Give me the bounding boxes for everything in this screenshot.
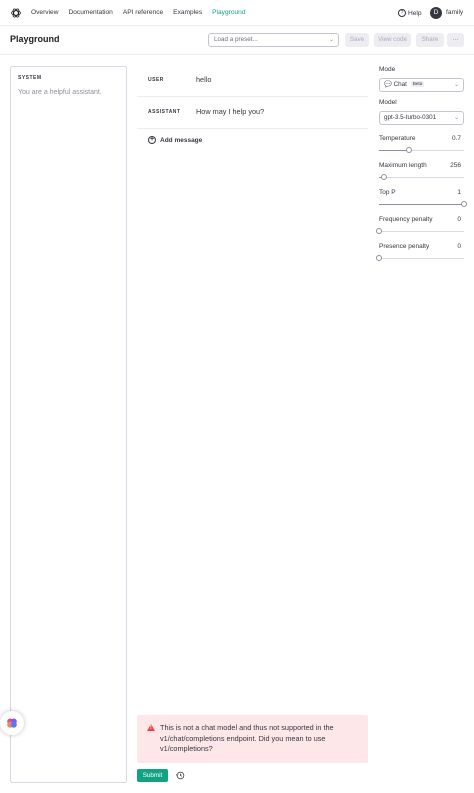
message-row-user[interactable]: USER hello xyxy=(137,66,368,97)
message-content[interactable]: hello xyxy=(196,75,211,84)
message-row-assistant[interactable]: ASSISTANT How may I help you? xyxy=(137,98,368,129)
mode-value: Chat xyxy=(393,81,407,88)
nav-playground[interactable]: Playground xyxy=(212,9,245,16)
chevron-down-icon: ⌄ xyxy=(453,82,459,88)
slider-thumb[interactable] xyxy=(376,255,382,261)
error-message: This is not a chat model and thus not su… xyxy=(160,723,334,753)
help-link[interactable]: ? Help xyxy=(398,9,422,17)
chevron-down-icon: ⌄ xyxy=(328,37,334,43)
param-label: Maximum length xyxy=(379,162,427,169)
param-value[interactable]: 0 xyxy=(457,216,461,223)
help-label: Help xyxy=(408,9,422,17)
model-select[interactable]: gpt-3.5-turbo-0301 ⌄ xyxy=(379,111,464,125)
add-message-button[interactable]: + Add message xyxy=(148,136,202,144)
share-button[interactable]: Share xyxy=(416,33,444,47)
temperature-slider[interactable] xyxy=(379,147,464,153)
history-icon[interactable] xyxy=(176,771,185,780)
slider-thumb[interactable] xyxy=(381,174,388,180)
presence-penalty-slider[interactable] xyxy=(376,255,464,261)
param-label: Top P xyxy=(379,189,396,196)
mode-label: Mode xyxy=(379,66,396,73)
param-label: Frequency penalty xyxy=(379,216,433,223)
brain-icon xyxy=(7,718,17,728)
param-label: Presence penalty xyxy=(379,243,430,250)
preset-select[interactable]: Load a preset... ⌄ xyxy=(208,33,339,47)
maximum-length-slider[interactable] xyxy=(379,174,464,180)
chat-icon: 💬 xyxy=(384,81,392,88)
model-label: Model xyxy=(379,99,397,106)
view-code-button[interactable]: View code xyxy=(374,33,411,47)
preset-placeholder: Load a preset... xyxy=(214,36,258,43)
nav-documentation[interactable]: Documentation xyxy=(68,9,112,16)
help-icon: ? xyxy=(398,9,406,17)
error-alert: This is not a chat model and thus not su… xyxy=(137,715,368,763)
model-value: gpt-3.5-turbo-0301 xyxy=(384,114,437,121)
param-value[interactable]: 1 xyxy=(457,189,461,196)
nav-overview[interactable]: Overview xyxy=(31,9,58,16)
page-title: Playground xyxy=(10,34,60,44)
submit-button[interactable]: Submit xyxy=(137,769,168,782)
mode-select[interactable]: 💬 Chat Beta ⌄ xyxy=(379,78,464,92)
save-button[interactable]: Save xyxy=(345,33,369,47)
openai-logo-icon[interactable] xyxy=(10,7,22,19)
header-divider xyxy=(0,54,474,55)
beta-badge: Beta xyxy=(410,81,425,88)
top-p-slider[interactable] xyxy=(379,201,467,207)
system-label: SYSTEM xyxy=(18,75,42,81)
param-value[interactable]: 0 xyxy=(457,243,461,250)
avatar[interactable]: D xyxy=(430,7,442,19)
top-nav: Overview Documentation API reference Exa… xyxy=(0,0,474,26)
plus-circle-icon: + xyxy=(148,136,156,144)
param-value[interactable]: 0.7 xyxy=(452,135,461,142)
nav-api-reference[interactable]: API reference xyxy=(123,9,163,16)
message-content[interactable]: How may I help you? xyxy=(196,107,264,116)
param-value[interactable]: 256 xyxy=(450,162,461,169)
org-name[interactable]: family xyxy=(446,9,463,16)
system-panel[interactable]: SYSTEM You are a helpful assistant. xyxy=(10,66,127,783)
add-message-label: Add message xyxy=(160,136,203,144)
nav-examples[interactable]: Examples xyxy=(173,9,202,16)
slider-thumb[interactable] xyxy=(376,228,382,234)
param-label: Temperature xyxy=(379,135,416,142)
system-input[interactable]: You are a helpful assistant. xyxy=(18,89,102,96)
extension-badge[interactable] xyxy=(0,711,24,735)
slider-thumb[interactable] xyxy=(461,201,467,207)
warning-icon xyxy=(147,724,155,731)
nav-links: Overview Documentation API reference Exa… xyxy=(31,9,245,16)
message-role[interactable]: USER xyxy=(148,77,164,83)
slider-thumb[interactable] xyxy=(405,147,412,153)
slider-fill xyxy=(379,150,409,151)
frequency-penalty-slider[interactable] xyxy=(376,228,464,234)
slider-fill xyxy=(379,204,464,205)
chevron-down-icon: ⌄ xyxy=(453,115,459,121)
message-role[interactable]: ASSISTANT xyxy=(148,109,180,115)
more-options-button[interactable]: ··· xyxy=(447,33,464,47)
